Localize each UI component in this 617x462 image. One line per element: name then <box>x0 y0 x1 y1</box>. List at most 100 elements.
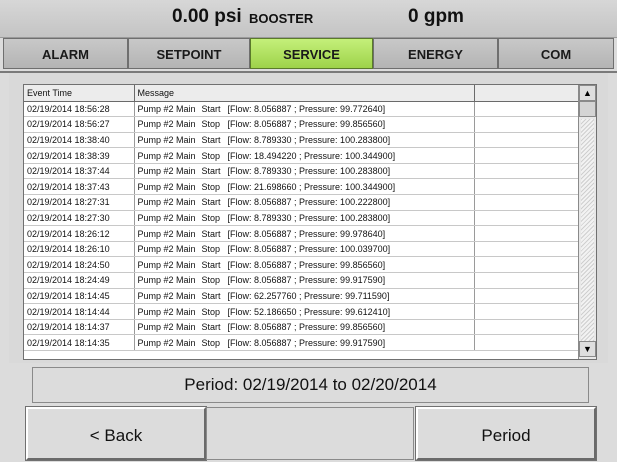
message-detail: [Flow: 52.186650 ; Pressure: 99.612410] <box>227 306 391 317</box>
message-detail: [Flow: 8.056887 ; Pressure: 100.039700] <box>227 244 391 255</box>
table-row[interactable]: 02/19/2014 18:38:39 Pump #2 Main Stop [Flow… <box>24 147 580 164</box>
scroll-down-arrow-icon[interactable]: ▼ <box>579 341 596 357</box>
message-cell: Pump #2 Main Start [Flow: 8.056887 ; Press… <box>134 225 475 242</box>
column-header-extra[interactable] <box>474 85 580 102</box>
table-row[interactable]: 02/19/2014 18:27:31 Pump #2 Main Start [Flo… <box>24 194 580 211</box>
message-action: Start <box>201 103 221 114</box>
message-action: Stop <box>201 306 221 317</box>
event-time-cell: 02/19/2014 18:56:28 <box>24 101 135 118</box>
message-source: Pump #2 Main <box>137 119 196 130</box>
message-source: Pump #2 Main <box>137 197 196 208</box>
extra-cell <box>474 288 580 305</box>
message-action: Start <box>201 259 221 270</box>
table-row[interactable]: 02/19/2014 18:37:44 Pump #2 Main Start [Flo… <box>24 163 580 180</box>
extra-cell <box>474 303 580 320</box>
message-cell: Pump #2 Main Start [Flow: 8.789330 ; Press… <box>134 163 475 180</box>
message-cell: Pump #2 Main Start [Flow: 8.056887 ; Press… <box>134 194 475 211</box>
message-detail: [Flow: 8.056887 ; Pressure: 99.978640] <box>227 228 386 239</box>
table-row[interactable]: 02/19/2014 18:14:35 Pump #2 Main Stop [Flow… <box>24 334 580 351</box>
message-action: Stop <box>201 150 221 161</box>
back-button[interactable]: < Back <box>25 406 207 461</box>
scroll-thumb[interactable] <box>579 101 596 117</box>
message-detail: [Flow: 8.789330 ; Pressure: 100.283800] <box>227 134 391 145</box>
message-cell: Pump #2 Main Start [Flow: 62.257760 ; Pres… <box>134 288 475 305</box>
message-detail: [Flow: 8.056887 ; Pressure: 99.856560] <box>227 322 386 333</box>
status-bar: 0.00 psi BOOSTER 0 gpm <box>0 0 617 38</box>
message-source: Pump #2 Main <box>137 103 196 114</box>
message-cell: Pump #2 Main Stop [Flow: 18.494220 ; Press… <box>134 147 475 164</box>
flow-readout: 0 gpm <box>408 6 464 27</box>
scroll-track[interactable] <box>581 119 594 341</box>
message-cell: Pump #2 Main Start [Flow: 8.056887 ; Press… <box>134 319 475 336</box>
table-row[interactable]: 02/19/2014 18:24:50 Pump #2 Main Start [Flo… <box>24 256 580 274</box>
event-time-cell: 02/19/2014 18:14:35 <box>24 334 135 351</box>
event-time-cell: 02/19/2014 18:56:27 <box>24 116 135 133</box>
extra-cell <box>474 101 580 118</box>
event-time-cell: 02/19/2014 18:24:49 <box>24 272 135 289</box>
message-cell: Pump #2 Main Start [Flow: 8.056887 ; Press… <box>134 256 475 274</box>
period-button[interactable]: Period <box>415 406 597 461</box>
message-detail: [Flow: 8.789330 ; Pressure: 100.283800] <box>227 212 391 223</box>
message-action: Start <box>201 228 221 239</box>
tab-energy[interactable]: ENERGY <box>373 38 498 69</box>
table-row[interactable]: 02/19/2014 18:27:30 Pump #2 Main Stop [Flow… <box>24 210 580 227</box>
message-source: Pump #2 Main <box>137 244 196 255</box>
message-action: Stop <box>201 212 221 223</box>
table-header-row: Event Time Message <box>24 85 580 102</box>
event-log-rows: 02/19/2014 18:56:28 Pump #2 Main Start [Flo… <box>24 101 580 351</box>
message-detail: [Flow: 62.257760 ; Pressure: 99.711590] <box>227 290 390 301</box>
table-row[interactable]: 02/19/2014 18:56:27 Pump #2 Main Stop [Flow… <box>24 116 580 133</box>
event-log-list[interactable]: Event Time Message 02/19/2014 18:56:28 Pu… <box>23 84 597 360</box>
message-source: Pump #2 Main <box>137 228 196 239</box>
extra-cell <box>474 132 580 149</box>
scroll-up-arrow-icon[interactable]: ▲ <box>579 85 596 101</box>
message-cell: Pump #2 Main Start [Flow: 8.789330 ; Press… <box>134 132 475 149</box>
event-time-cell: 02/19/2014 18:38:39 <box>24 147 135 164</box>
table-row[interactable]: 02/19/2014 18:56:28 Pump #2 Main Start [Flo… <box>24 101 580 118</box>
event-time-cell: 02/19/2014 18:38:40 <box>24 132 135 149</box>
message-detail: [Flow: 8.789330 ; Pressure: 100.283800] <box>227 166 391 177</box>
column-header-event-time[interactable]: Event Time <box>24 85 135 102</box>
message-cell: Pump #2 Main Stop [Flow: 21.698660 ; Press… <box>134 178 475 196</box>
table-row[interactable]: 02/19/2014 18:24:49 Pump #2 Main Stop [Flow… <box>24 272 580 289</box>
extra-cell <box>474 194 580 211</box>
tab-alarm[interactable]: ALARM <box>3 38 128 69</box>
extra-cell <box>474 116 580 133</box>
event-log-table: Event Time Message 02/19/2014 18:56:28 Pu… <box>24 85 580 351</box>
message-source: Pump #2 Main <box>137 275 196 286</box>
log-scrollbar[interactable]: ▲ ▼ <box>578 85 596 359</box>
event-time-cell: 02/19/2014 18:14:44 <box>24 303 135 320</box>
tab-com[interactable]: COM <box>498 38 614 69</box>
event-time-cell: 02/19/2014 18:26:10 <box>24 241 135 258</box>
message-action: Start <box>201 166 221 177</box>
event-time-cell: 02/19/2014 18:14:45 <box>24 288 135 305</box>
table-row[interactable]: 02/19/2014 18:14:44 Pump #2 Main Stop [Flow… <box>24 303 580 320</box>
message-action: Stop <box>201 337 221 348</box>
tab-service[interactable]: SERVICE <box>250 38 373 69</box>
extra-cell <box>474 147 580 164</box>
mode-label: BOOSTER <box>249 11 314 26</box>
button-bar-spacer <box>206 407 414 460</box>
table-row[interactable]: 02/19/2014 18:26:10 Pump #2 Main Stop [Flow… <box>24 241 580 258</box>
table-row[interactable]: 02/19/2014 18:14:45 Pump #2 Main Start [Flo… <box>24 288 580 305</box>
message-action: Stop <box>201 275 221 286</box>
message-cell: Pump #2 Main Stop [Flow: 52.186650 ; Press… <box>134 303 475 320</box>
extra-cell <box>474 241 580 258</box>
message-action: Stop <box>201 119 221 130</box>
tab-setpoint[interactable]: SETPOINT <box>128 38 250 69</box>
table-row[interactable]: 02/19/2014 18:37:43 Pump #2 Main Stop [Flow… <box>24 178 580 196</box>
table-row[interactable]: 02/19/2014 18:26:12 Pump #2 Main Start [Flo… <box>24 225 580 242</box>
extra-cell <box>474 163 580 180</box>
message-action: Start <box>201 322 221 333</box>
table-row[interactable]: 02/19/2014 18:14:37 Pump #2 Main Start [Flo… <box>24 319 580 336</box>
table-row[interactable]: 02/19/2014 18:38:40 Pump #2 Main Start [Flo… <box>24 132 580 149</box>
message-source: Pump #2 Main <box>137 306 196 317</box>
message-cell: Pump #2 Main Stop [Flow: 8.056887 ; Pressu… <box>134 116 475 133</box>
tab-bar: ALARM SETPOINT SERVICE ENERGY COM <box>0 38 617 71</box>
message-source: Pump #2 Main <box>137 212 196 223</box>
message-cell: Pump #2 Main Stop [Flow: 8.056887 ; Pressu… <box>134 334 475 351</box>
message-action: Stop <box>201 181 221 192</box>
message-source: Pump #2 Main <box>137 181 196 192</box>
event-time-cell: 02/19/2014 18:27:30 <box>24 210 135 227</box>
column-header-message[interactable]: Message <box>134 85 475 102</box>
